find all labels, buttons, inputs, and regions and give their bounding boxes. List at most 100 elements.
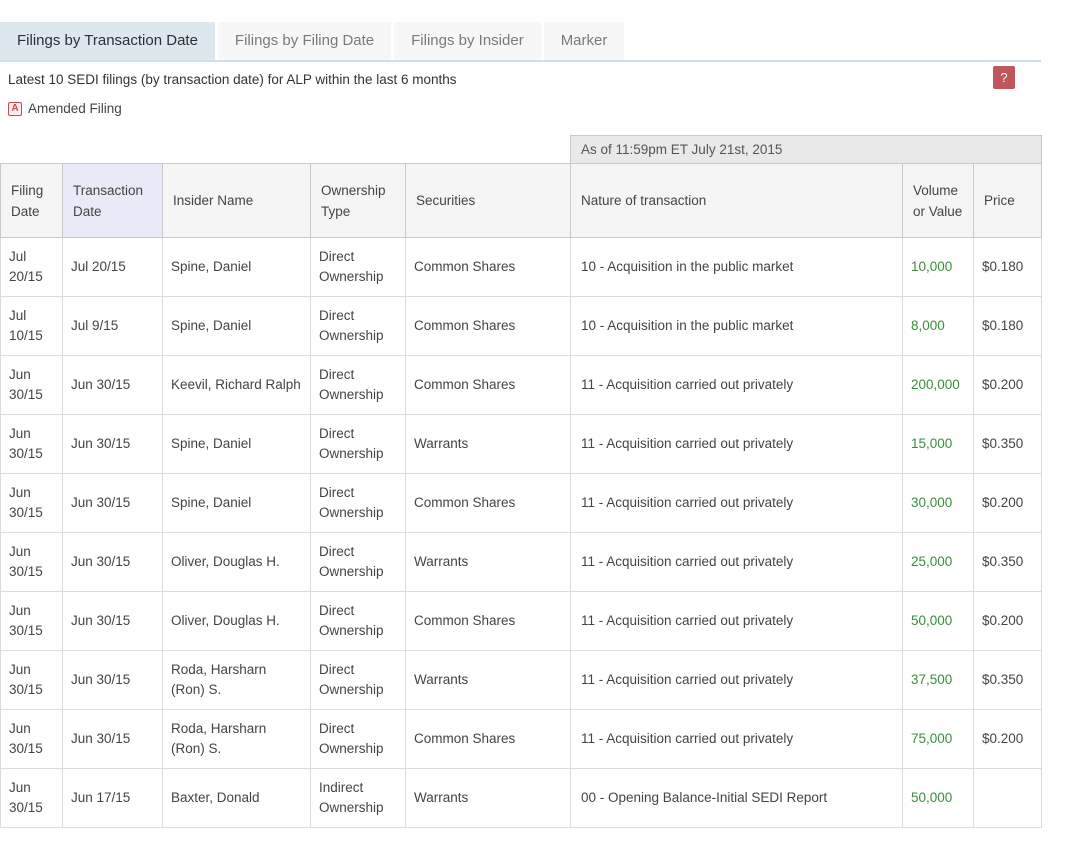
table-row: Jun 30/15 Jun 17/15 Baxter, Donald Indir…	[1, 769, 1042, 828]
filing-date-cell: Jun 30/15	[1, 415, 63, 474]
table-row: Jun 30/15 Jun 30/15 Spine, Daniel Direct…	[1, 474, 1042, 533]
page: Filings by Transaction Date Filings by F…	[0, 22, 1041, 828]
insider-name-cell: Spine, Daniel	[163, 415, 311, 474]
column-header-volume-or-value: Volume or Value	[903, 164, 974, 238]
column-header-insider-name: Insider Name	[163, 164, 311, 238]
securities-cell: Warrants	[406, 769, 571, 828]
filings-summary-text: Latest 10 SEDI filings (by transaction d…	[8, 66, 457, 87]
volume-or-value-cell: 75,000	[903, 710, 974, 769]
securities-cell: Warrants	[406, 533, 571, 592]
ownership-type-cell: Direct Ownership	[311, 651, 406, 710]
insider-name-cell: Keevil, Richard Ralph	[163, 356, 311, 415]
securities-cell: Common Shares	[406, 474, 571, 533]
price-cell: $0.350	[974, 533, 1042, 592]
transaction-date-cell: Jun 30/15	[63, 474, 163, 533]
filing-date-cell: Jun 30/15	[1, 474, 63, 533]
amended-filing-icon: A	[8, 102, 22, 116]
securities-cell: Common Shares	[406, 297, 571, 356]
price-cell: $0.350	[974, 651, 1042, 710]
ownership-type-cell: Direct Ownership	[311, 415, 406, 474]
tab-filings-by-filing-date[interactable]: Filings by Filing Date	[218, 22, 391, 60]
transaction-date-cell: Jun 30/15	[63, 356, 163, 415]
subtitle-row: Latest 10 SEDI filings (by transaction d…	[0, 66, 1041, 89]
table-row: Jun 30/15 Jun 30/15 Roda, Harsharn (Ron)…	[1, 710, 1042, 769]
nature-of-transaction-cell: 10 - Acquisition in the public market	[571, 238, 903, 297]
price-cell: $0.200	[974, 592, 1042, 651]
ownership-type-cell: Direct Ownership	[311, 474, 406, 533]
transaction-date-cell: Jul 9/15	[63, 297, 163, 356]
insider-name-cell: Spine, Daniel	[163, 238, 311, 297]
table-row: Jul 10/15 Jul 9/15 Spine, Daniel Direct …	[1, 297, 1042, 356]
filing-date-cell: Jun 30/15	[1, 533, 63, 592]
column-header-ownership-type: Ownership Type	[311, 164, 406, 238]
price-cell: $0.350	[974, 415, 1042, 474]
securities-cell: Common Shares	[406, 710, 571, 769]
securities-cell: Common Shares	[406, 592, 571, 651]
filings-table-body: Jul 20/15 Jul 20/15 Spine, Daniel Direct…	[1, 238, 1042, 828]
volume-or-value-cell: 15,000	[903, 415, 974, 474]
insider-name-cell: Spine, Daniel	[163, 297, 311, 356]
securities-cell: Warrants	[406, 415, 571, 474]
volume-or-value-cell: 50,000	[903, 769, 974, 828]
column-header-nature-of-transaction: Nature of transaction	[571, 164, 903, 238]
tab-filings-by-insider[interactable]: Filings by Insider	[394, 22, 541, 60]
insider-name-cell: Baxter, Donald	[163, 769, 311, 828]
price-cell: $0.200	[974, 710, 1042, 769]
insider-name-cell: Oliver, Douglas H.	[163, 533, 311, 592]
ownership-type-cell: Direct Ownership	[311, 710, 406, 769]
as-of-spacer	[1, 136, 571, 164]
volume-or-value-cell: 10,000	[903, 238, 974, 297]
volume-or-value-cell: 8,000	[903, 297, 974, 356]
filing-date-cell: Jul 20/15	[1, 238, 63, 297]
filing-date-cell: Jul 10/15	[1, 297, 63, 356]
help-button[interactable]: ?	[993, 66, 1015, 89]
tab-marker[interactable]: Marker	[544, 22, 625, 60]
as-of-row: As of 11:59pm ET July 21st, 2015	[1, 136, 1042, 164]
volume-or-value-cell: 30,000	[903, 474, 974, 533]
table-row: Jun 30/15 Jun 30/15 Spine, Daniel Direct…	[1, 415, 1042, 474]
column-header-price: Price	[974, 164, 1042, 238]
transaction-date-cell: Jul 20/15	[63, 238, 163, 297]
price-cell	[974, 769, 1042, 828]
insider-name-cell: Roda, Harsharn (Ron) S.	[163, 651, 311, 710]
insider-name-cell: Roda, Harsharn (Ron) S.	[163, 710, 311, 769]
transaction-date-cell: Jun 17/15	[63, 769, 163, 828]
column-header-transaction-date: Transaction Date	[63, 164, 163, 238]
column-header-securities: Securities	[406, 164, 571, 238]
nature-of-transaction-cell: 11 - Acquisition carried out privately	[571, 474, 903, 533]
transaction-date-cell: Jun 30/15	[63, 592, 163, 651]
ownership-type-cell: Direct Ownership	[311, 238, 406, 297]
amended-filing-label: Amended Filing	[28, 101, 122, 116]
transaction-date-cell: Jun 30/15	[63, 651, 163, 710]
tab-filings-by-transaction-date[interactable]: Filings by Transaction Date	[0, 22, 215, 60]
price-cell: $0.200	[974, 356, 1042, 415]
insider-name-cell: Spine, Daniel	[163, 474, 311, 533]
table-row: Jul 20/15 Jul 20/15 Spine, Daniel Direct…	[1, 238, 1042, 297]
nature-of-transaction-cell: 11 - Acquisition carried out privately	[571, 415, 903, 474]
price-cell: $0.180	[974, 297, 1042, 356]
table-row: Jun 30/15 Jun 30/15 Keevil, Richard Ralp…	[1, 356, 1042, 415]
transaction-date-cell: Jun 30/15	[63, 415, 163, 474]
volume-or-value-cell: 37,500	[903, 651, 974, 710]
ownership-type-cell: Direct Ownership	[311, 356, 406, 415]
table-row: Jun 30/15 Jun 30/15 Oliver, Douglas H. D…	[1, 533, 1042, 592]
filing-date-cell: Jun 30/15	[1, 592, 63, 651]
securities-cell: Common Shares	[406, 238, 571, 297]
price-cell: $0.180	[974, 238, 1042, 297]
tab-bar: Filings by Transaction Date Filings by F…	[0, 22, 1041, 62]
ownership-type-cell: Direct Ownership	[311, 533, 406, 592]
insider-name-cell: Oliver, Douglas H.	[163, 592, 311, 651]
securities-cell: Common Shares	[406, 356, 571, 415]
filing-date-cell: Jun 30/15	[1, 710, 63, 769]
table-row: Jun 30/15 Jun 30/15 Roda, Harsharn (Ron)…	[1, 651, 1042, 710]
nature-of-transaction-cell: 11 - Acquisition carried out privately	[571, 592, 903, 651]
filing-date-cell: Jun 30/15	[1, 769, 63, 828]
nature-of-transaction-cell: 11 - Acquisition carried out privately	[571, 533, 903, 592]
nature-of-transaction-cell: 11 - Acquisition carried out privately	[571, 710, 903, 769]
volume-or-value-cell: 25,000	[903, 533, 974, 592]
nature-of-transaction-cell: 00 - Opening Balance-Initial SEDI Report	[571, 769, 903, 828]
table-row: Jun 30/15 Jun 30/15 Oliver, Douglas H. D…	[1, 592, 1042, 651]
nature-of-transaction-cell: 11 - Acquisition carried out privately	[571, 356, 903, 415]
nature-of-transaction-cell: 11 - Acquisition carried out privately	[571, 651, 903, 710]
price-cell: $0.200	[974, 474, 1042, 533]
